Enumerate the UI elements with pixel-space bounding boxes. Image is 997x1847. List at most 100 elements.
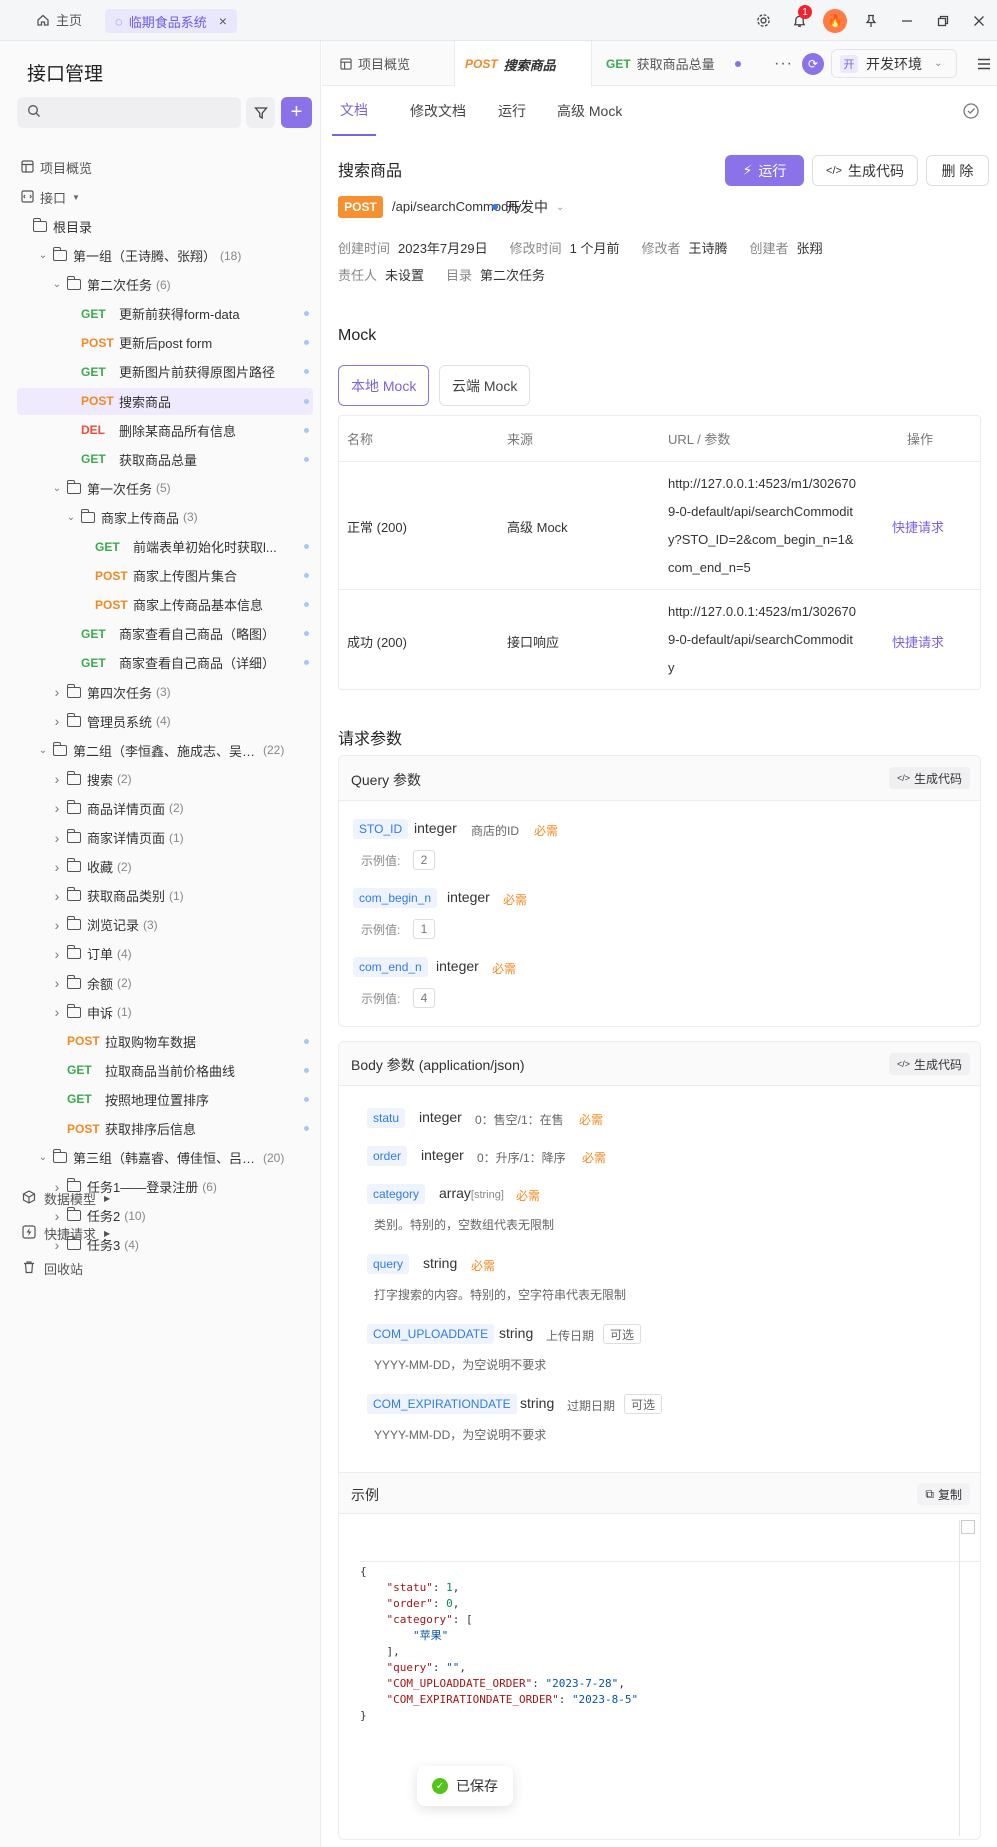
- top-bar: 主页 ◌ 临期食品系统 × 1 🔥: [0, 0, 997, 41]
- sidebar-item-root[interactable]: 根目录: [17, 213, 313, 240]
- generate-code-button[interactable]: </> 生成代码: [888, 1053, 970, 1075]
- quick-request-link[interactable]: 快捷请求: [892, 517, 944, 536]
- tree-api-item[interactable]: GET 更新图片前获得原图片路径: [17, 358, 313, 385]
- sidebar-item-data-model[interactable]: 数据模型 ▶: [22, 1187, 110, 1209]
- pin-icon[interactable]: [853, 0, 889, 41]
- run-button[interactable]: ⚡ 运行: [725, 155, 804, 186]
- tree-folder[interactable]: › 商品详情页面 (2): [17, 795, 313, 822]
- chevron-right-icon[interactable]: ›: [51, 771, 63, 787]
- tree-folder[interactable]: › 订单 (4): [17, 940, 313, 967]
- status-dot: [304, 311, 309, 317]
- status-select[interactable]: 开发中 ⌄: [492, 197, 564, 217]
- sidebar-item-quick-request[interactable]: 快捷请求 ▶: [22, 1222, 110, 1244]
- local-mock-button[interactable]: 本地 Mock: [338, 365, 430, 406]
- tree-api-item[interactable]: GET 拉取商品当前价格曲线: [17, 1057, 313, 1084]
- tree-folder[interactable]: › 收藏 (2): [17, 853, 313, 880]
- filter-button[interactable]: [246, 97, 275, 128]
- chevron-right-icon[interactable]: ›: [51, 1004, 63, 1020]
- search-input[interactable]: [17, 97, 241, 128]
- restore-icon[interactable]: [925, 0, 961, 41]
- tree-folder[interactable]: ⌄ 第三组（韩嘉睿、傅佳恒、吕骏... (20): [17, 1144, 313, 1171]
- chevron-right-icon[interactable]: ›: [51, 946, 63, 962]
- chevron-down-icon[interactable]: ⌄: [65, 512, 77, 523]
- copy-button[interactable]: ⧉ 复制: [917, 1483, 970, 1505]
- status-dot: [304, 631, 309, 637]
- tree-folder[interactable]: › 第四次任务 (3): [17, 679, 313, 706]
- tree-folder[interactable]: ⌄ 第一组（王诗腾、张翔） (18): [17, 242, 313, 269]
- tree-api-item[interactable]: POST 商家上传图片集合: [17, 562, 313, 589]
- tree-folder[interactable]: › 管理员系统 (4): [17, 708, 313, 735]
- tree-api-item[interactable]: POST 获取排序后信息: [17, 1115, 313, 1142]
- tree-api-item[interactable]: POST 更新后post form: [17, 329, 313, 356]
- tree-api-item[interactable]: GET 商家查看自己商品（略图）: [17, 620, 313, 647]
- tree-api-item[interactable]: GET 更新前获得form-data: [17, 300, 313, 327]
- chevron-right-icon[interactable]: ›: [51, 975, 63, 991]
- tree-api-item[interactable]: DEL 删除某商品所有信息: [17, 417, 313, 444]
- delete-button[interactable]: 删 除: [926, 155, 989, 186]
- tree-label: 搜索: [87, 772, 114, 788]
- tab-get-total[interactable]: GET 获取商品总量: [606, 41, 741, 86]
- tab-docs[interactable]: 文档: [332, 86, 376, 136]
- chevron-down-icon[interactable]: ⌄: [37, 250, 49, 261]
- close-icon[interactable]: ×: [219, 13, 227, 29]
- chevron-right-icon[interactable]: ›: [51, 859, 63, 875]
- cloud-mock-button[interactable]: 云端 Mock: [439, 365, 531, 406]
- tree-folder[interactable]: ⌄ 商家上传商品 (3): [17, 504, 313, 531]
- tree-api-item[interactable]: POST 商家上传商品基本信息: [17, 591, 313, 618]
- sync-button[interactable]: ⟳: [802, 41, 824, 86]
- chevron-right-icon[interactable]: ›: [51, 917, 63, 933]
- tree-folder[interactable]: › 搜索 (2): [17, 766, 313, 793]
- tree-folder[interactable]: ⌄ 第二组（李恒鑫、施成志、吴冠... (22): [17, 737, 313, 764]
- tab-edit-docs[interactable]: 修改文档: [410, 86, 466, 136]
- sidebar-item-overview[interactable]: 项目概览: [17, 154, 313, 181]
- more-tabs-icon[interactable]: ···: [774, 41, 793, 86]
- chevron-right-icon[interactable]: ›: [51, 713, 63, 729]
- window-close-icon[interactable]: [961, 0, 997, 41]
- tree-api-item[interactable]: GET 商家查看自己商品（详细）: [17, 649, 313, 676]
- tree-api-item[interactable]: POST 拉取购物车数据: [17, 1028, 313, 1055]
- tree-api-item[interactable]: GET 获取商品总量: [17, 446, 313, 473]
- tab-search-commodity[interactable]: POST 搜索商品: [454, 41, 592, 87]
- tree-api-item[interactable]: POST 搜索商品: [17, 387, 313, 415]
- tree-folder[interactable]: › 余额 (2): [17, 970, 313, 997]
- sidebar-item-api[interactable]: 接口 ▼: [17, 184, 313, 211]
- edit-check-icon[interactable]: [962, 86, 980, 136]
- generate-code-button[interactable]: </> 生成代码: [812, 155, 918, 186]
- column-header: 来源: [507, 432, 534, 447]
- home-tab[interactable]: 主页: [36, 10, 82, 29]
- tree-api-item[interactable]: GET 按照地理位置排序: [17, 1086, 313, 1113]
- chevron-right-icon[interactable]: ›: [51, 800, 63, 816]
- tree-folder[interactable]: › 获取商品类别 (1): [17, 882, 313, 909]
- tree-api-item[interactable]: GET 前端表单初始化时获取l...: [17, 533, 313, 560]
- tree-folder[interactable]: › 商家详情页面 (1): [17, 824, 313, 851]
- chevron-right-icon[interactable]: ›: [51, 684, 63, 700]
- cube-icon: [22, 1189, 36, 1207]
- menu-icon[interactable]: [977, 41, 991, 86]
- chevron-right-icon[interactable]: ›: [51, 830, 63, 846]
- generate-code-button[interactable]: </> 生成代码: [888, 767, 970, 789]
- tab-run[interactable]: 运行: [498, 86, 526, 136]
- scroll-thumb[interactable]: [961, 1520, 975, 1534]
- sidebar-item-recycle-bin[interactable]: 回收站: [22, 1257, 83, 1279]
- quick-request-link[interactable]: 快捷请求: [892, 632, 944, 651]
- sidebar-item-label: 快捷请求: [44, 1226, 97, 1242]
- tree-folder[interactable]: › 浏览记录 (3): [17, 911, 313, 938]
- chevron-down-icon[interactable]: ⌄: [37, 745, 49, 756]
- tree-folder[interactable]: › 申诉 (1): [17, 999, 313, 1026]
- env-select[interactable]: 开 开发环境 ⌄: [831, 49, 957, 78]
- tree-folder[interactable]: ⌄ 第一次任务 (5): [17, 475, 313, 502]
- chevron-down-icon[interactable]: ⌄: [51, 279, 63, 290]
- tab-advanced-mock[interactable]: 高级 Mock: [557, 86, 622, 136]
- chevron-right-icon[interactable]: ›: [51, 888, 63, 904]
- add-button[interactable]: +: [281, 97, 312, 128]
- bell-icon[interactable]: 1: [781, 0, 817, 41]
- project-tab[interactable]: ◌ 临期食品系统 ×: [105, 9, 237, 33]
- chevron-down-icon[interactable]: ⌄: [51, 483, 63, 494]
- chevron-down-icon[interactable]: ⌄: [37, 1152, 49, 1163]
- tree-folder[interactable]: ⌄ 第二次任务 (6): [17, 271, 313, 298]
- tab-project-overview[interactable]: 项目概览: [340, 41, 410, 86]
- minimize-icon[interactable]: [889, 0, 925, 41]
- settings-icon[interactable]: [745, 0, 781, 41]
- status-dot: [304, 427, 309, 433]
- avatar-button[interactable]: 🔥: [817, 0, 853, 41]
